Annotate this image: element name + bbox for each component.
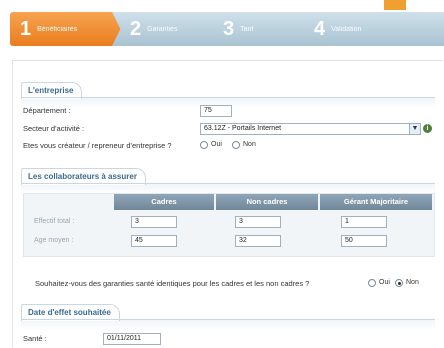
garanties-non-radio[interactable] xyxy=(395,279,403,287)
age-non-cadres-input[interactable]: 32 xyxy=(235,235,281,247)
section-divider xyxy=(21,183,435,184)
sante-date-input[interactable]: 01/11/2011 xyxy=(103,333,161,345)
col-header-cadres: Cadres xyxy=(114,194,214,210)
effectif-gerant-input[interactable]: 1 xyxy=(341,216,387,228)
effectif-cadres-input[interactable]: 3 xyxy=(131,216,177,228)
step-number: 2 xyxy=(130,17,142,40)
form-content: L'entreprise Département : 75 Secteur d'… xyxy=(12,60,443,348)
departement-input[interactable]: 75 xyxy=(200,105,232,117)
section-shade xyxy=(21,319,435,331)
garanties-question: Souhaitez-vous des garanties santé ident… xyxy=(35,279,310,288)
col-header-non-cadres: Non cadres xyxy=(216,194,318,210)
col-header-gerant: Gérant Majoritaire xyxy=(320,194,432,210)
section-collaborateurs-header: Les collaborateurs à assurer xyxy=(21,167,146,185)
garanties-oui-radio[interactable] xyxy=(368,279,376,287)
createur-question: Etes vous créateur / repreneur d'entrepr… xyxy=(23,141,172,150)
section-title: Les collaborateurs à assurer xyxy=(21,167,146,185)
step-beneficiaires[interactable]: 1 Bénéficiaires xyxy=(10,12,122,46)
garanties-oui-label: Oui xyxy=(379,279,390,286)
step-number: 4 xyxy=(314,17,326,40)
info-icon[interactable]: i xyxy=(423,124,432,133)
section-title: Date d'effet souhaitée xyxy=(21,303,120,321)
age-cadres-input[interactable]: 45 xyxy=(131,235,177,247)
step-validation[interactable]: 4 Validation xyxy=(296,12,444,46)
chevron-down-icon[interactable]: ▼ xyxy=(409,124,420,134)
corner-accent xyxy=(384,0,406,10)
createur-oui-label: Oui xyxy=(211,141,222,148)
step-label: Garanties xyxy=(147,25,178,33)
section-entreprise-header: L'entreprise xyxy=(21,81,83,99)
secteur-label: Secteur d'activité : xyxy=(23,124,85,133)
step-number: 3 xyxy=(223,17,235,40)
section-divider xyxy=(21,319,435,320)
step-tarif[interactable]: 3 Tarif xyxy=(205,12,307,46)
step-garanties[interactable]: 2 Garanties xyxy=(112,12,217,46)
secteur-value: 63.12Z - Portails Internet xyxy=(204,125,282,132)
age-gerant-input[interactable]: 50 xyxy=(341,235,387,247)
row-label-effectif: Effectif total : xyxy=(34,218,75,225)
collaborateurs-table: Cadres Non cadres Gérant Majoritaire Eff… xyxy=(23,193,435,257)
garanties-non-label: Non xyxy=(406,279,419,286)
effectif-non-cadres-input[interactable]: 3 xyxy=(235,216,281,228)
departement-label: Département : xyxy=(23,106,71,115)
step-label: Validation xyxy=(331,25,362,33)
sante-label: Santé : xyxy=(23,334,47,343)
step-label: Bénéficiaires xyxy=(37,25,78,33)
section-title: L'entreprise xyxy=(21,81,83,99)
section-divider xyxy=(21,97,435,98)
row-label-age: Age moyen : xyxy=(34,237,74,244)
secteur-select[interactable]: 63.12Z - Portails Internet ▼ xyxy=(200,123,421,135)
createur-non-label: Non xyxy=(243,141,256,148)
createur-oui-radio[interactable] xyxy=(200,141,208,149)
steps-bar: 1 Bénéficiaires 2 Garanties 3 Tarif 4 Va… xyxy=(0,0,444,56)
step-label: Tarif xyxy=(240,25,254,33)
section-date-header: Date d'effet souhaitée xyxy=(21,303,120,321)
createur-non-radio[interactable] xyxy=(232,141,240,149)
step-number: 1 xyxy=(20,17,32,40)
